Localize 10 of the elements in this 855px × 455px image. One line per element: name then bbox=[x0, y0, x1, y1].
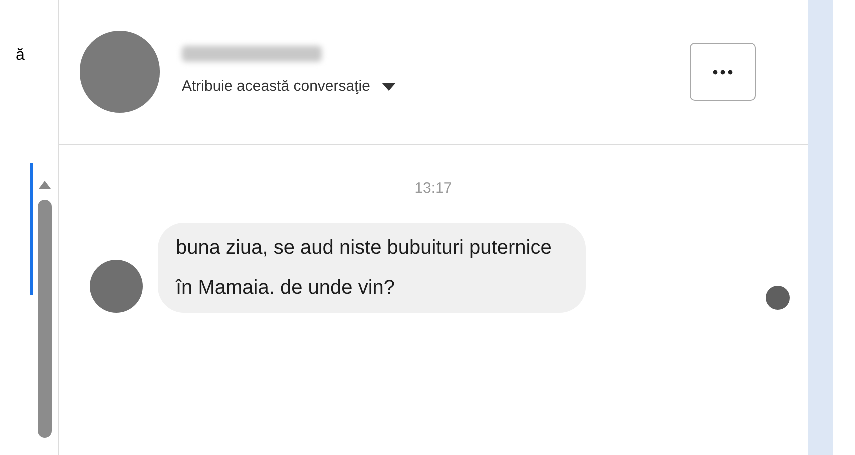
scroll-up-icon[interactable] bbox=[39, 181, 51, 189]
caret-down-icon bbox=[382, 83, 396, 91]
message-bubble: buna ziua, se aud niste bubuituri puternice în Mamaia. de unde vin? bbox=[158, 222, 586, 312]
assign-conversation-dropdown[interactable]: Atribuie această conversaţie bbox=[182, 76, 396, 98]
scrollbar-thumb[interactable] bbox=[38, 200, 52, 438]
sender-avatar bbox=[90, 260, 143, 312]
message-timestamp: 13:17 bbox=[414, 179, 452, 199]
sidebar-text-fragment: ă bbox=[16, 46, 25, 66]
more-icon bbox=[713, 70, 733, 74]
more-options-button[interactable] bbox=[690, 43, 756, 101]
